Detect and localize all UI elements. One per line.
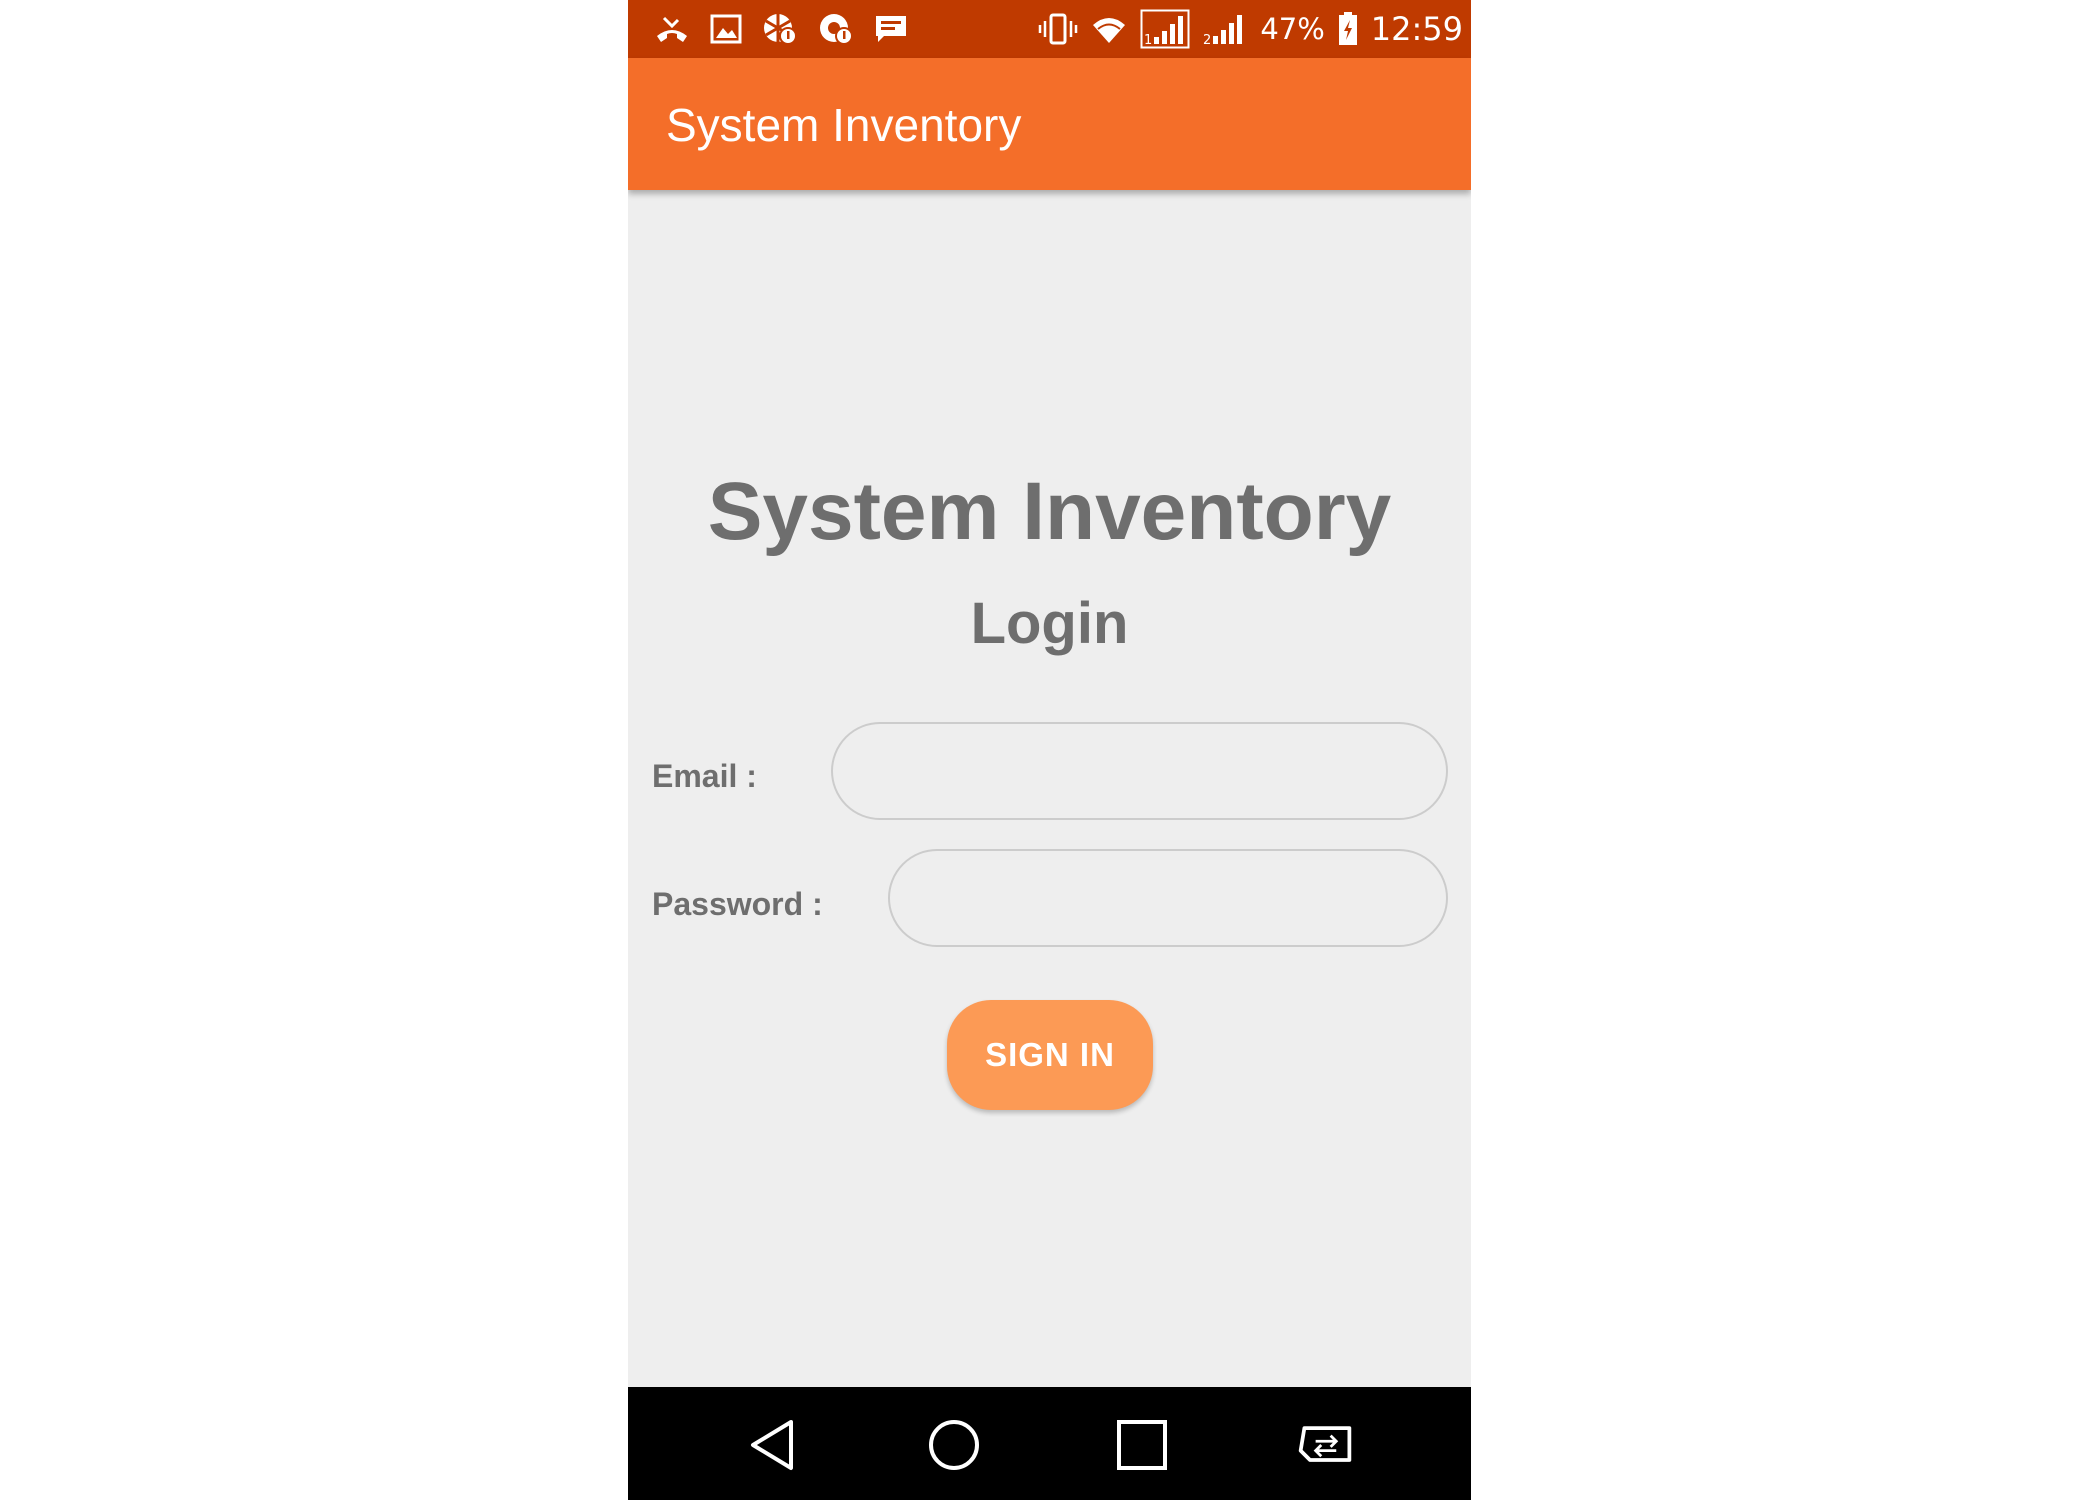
phone-screen: 1 2 47% 12:59 System Inventory System In… xyxy=(628,0,1471,1500)
home-icon xyxy=(929,1420,979,1470)
recent-apps-icon xyxy=(1117,1420,1167,1470)
email-field[interactable] xyxy=(831,722,1448,820)
navigation-bar xyxy=(628,1387,1471,1500)
svg-text:1: 1 xyxy=(1144,33,1152,48)
battery-percent: 47% xyxy=(1260,11,1325,46)
system-status-icons: 1 2 47% 12:59 xyxy=(1038,8,1463,50)
signal-sim2-icon: 2 xyxy=(1203,15,1243,47)
app-bar: System Inventory xyxy=(628,58,1471,190)
page-title: System Inventory xyxy=(707,466,1392,557)
notification-alert-icon xyxy=(820,14,853,45)
home-button[interactable] xyxy=(924,1415,984,1475)
status-clock: 12:59 xyxy=(1370,10,1463,48)
notification-icons xyxy=(654,12,908,46)
battery-charging-icon xyxy=(1338,12,1357,45)
login-subtitle: Login xyxy=(970,591,1129,656)
signal-sim1-icon: 1 xyxy=(1140,9,1190,49)
screen-switch-icon xyxy=(1298,1426,1352,1462)
notification-badge-icon xyxy=(764,14,797,45)
email-label: Email : xyxy=(652,758,757,794)
message-icon xyxy=(876,16,906,42)
svg-text:2: 2 xyxy=(1203,33,1211,47)
screen-switch-button[interactable] xyxy=(1295,1415,1355,1475)
gallery-icon xyxy=(710,14,742,44)
back-icon xyxy=(751,1420,793,1470)
vibrate-icon xyxy=(1039,13,1078,45)
password-label: Password : xyxy=(652,886,823,922)
status-bar: 1 2 47% 12:59 xyxy=(628,0,1471,58)
back-button[interactable] xyxy=(742,1415,802,1475)
wifi-icon xyxy=(1093,18,1126,43)
app-bar-title: System Inventory xyxy=(666,99,1022,151)
recent-apps-button[interactable] xyxy=(1112,1415,1172,1475)
sign-in-button[interactable]: SIGN IN xyxy=(947,1000,1153,1110)
missed-call-icon xyxy=(657,16,687,42)
password-field[interactable] xyxy=(888,849,1448,947)
